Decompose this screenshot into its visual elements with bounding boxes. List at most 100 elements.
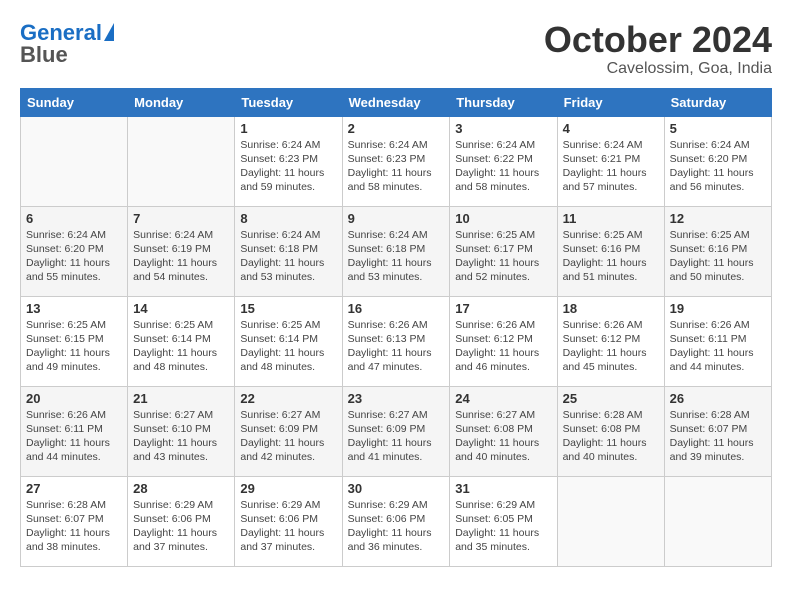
calendar-cell: 10 Sunrise: 6:25 AMSunset: 6:17 PMDayligh… [450, 206, 557, 296]
calendar-week-row: 20Sunrise: 6:26 AMSunset: 6:11 PMDayligh… [21, 386, 772, 476]
weekday-header: Monday [128, 88, 235, 116]
calendar-table: SundayMondayTuesdayWednesdayThursdayFrid… [20, 88, 772, 567]
logo-blue: Blue [20, 42, 68, 68]
day-info: Sunrise: 6:26 AMSunset: 6:13 PMDaylight:… [348, 318, 445, 375]
day-info: Sunrise: 6:26 AMSunset: 6:12 PMDaylight:… [563, 318, 659, 375]
logo: General Blue [20, 20, 114, 68]
calendar-week-row: 6 Sunrise: 6:24 AMSunset: 6:20 PMDaylight… [21, 206, 772, 296]
day-number: 11 [563, 211, 659, 226]
day-info: Sunrise: 6:24 AMSunset: 6:23 PMDaylight:… [240, 138, 336, 195]
calendar-cell: 26Sunrise: 6:28 AMSunset: 6:07 PMDayligh… [664, 386, 771, 476]
day-number: 27 [26, 481, 122, 496]
day-info: Sunrise: 6:27 AMSunset: 6:09 PMDaylight:… [240, 408, 336, 465]
calendar-cell: 14 Sunrise: 6:25 AMSunset: 6:14 PMDayligh… [128, 296, 235, 386]
calendar-cell: 25 Sunrise: 6:28 AMSunset: 6:08 PMDayligh… [557, 386, 664, 476]
day-number: 13 [26, 301, 122, 316]
calendar-cell: 3 Sunrise: 6:24 AMSunset: 6:22 PMDaylight… [450, 116, 557, 206]
page-header: General Blue October 2024 Cavelossim, Go… [20, 20, 772, 78]
calendar-cell: 5Sunrise: 6:24 AMSunset: 6:20 PMDaylight… [664, 116, 771, 206]
title-section: October 2024 Cavelossim, Goa, India [544, 20, 772, 78]
calendar-cell: 24 Sunrise: 6:27 AMSunset: 6:08 PMDayligh… [450, 386, 557, 476]
calendar-cell [128, 116, 235, 206]
day-number: 28 [133, 481, 229, 496]
logo-arrow-icon [104, 23, 114, 41]
calendar-cell: 22Sunrise: 6:27 AMSunset: 6:09 PMDayligh… [235, 386, 342, 476]
calendar-cell: 7Sunrise: 6:24 AMSunset: 6:19 PMDaylight… [128, 206, 235, 296]
day-number: 1 [240, 121, 336, 136]
day-number: 14 [133, 301, 229, 316]
day-info: Sunrise: 6:29 AMSunset: 6:06 PMDaylight:… [133, 498, 229, 555]
month-title: October 2024 [544, 20, 772, 60]
calendar-cell: 19 Sunrise: 6:26 AMSunset: 6:11 PMDayligh… [664, 296, 771, 386]
day-info: Sunrise: 6:25 AMSunset: 6:16 PMDaylight:… [670, 228, 766, 285]
calendar-cell: 21Sunrise: 6:27 AMSunset: 6:10 PMDayligh… [128, 386, 235, 476]
day-info: Sunrise: 6:25 AMSunset: 6:16 PMDaylight:… [563, 228, 659, 285]
day-info: Sunrise: 6:28 AMSunset: 6:07 PMDaylight:… [26, 498, 122, 555]
day-number: 10 [455, 211, 551, 226]
day-number: 9 [348, 211, 445, 226]
day-info: Sunrise: 6:25 AMSunset: 6:14 PMDaylight:… [240, 318, 336, 375]
calendar-cell: 16 Sunrise: 6:26 AMSunset: 6:13 PMDayligh… [342, 296, 450, 386]
calendar-cell: 15 Sunrise: 6:25 AMSunset: 6:14 PMDayligh… [235, 296, 342, 386]
day-info: Sunrise: 6:29 AMSunset: 6:06 PMDaylight:… [240, 498, 336, 555]
weekday-header-row: SundayMondayTuesdayWednesdayThursdayFrid… [21, 88, 772, 116]
day-number: 12 [670, 211, 766, 226]
calendar-cell: 9Sunrise: 6:24 AMSunset: 6:18 PMDaylight… [342, 206, 450, 296]
day-number: 17 [455, 301, 551, 316]
day-number: 20 [26, 391, 122, 406]
day-info: Sunrise: 6:25 AMSunset: 6:15 PMDaylight:… [26, 318, 122, 375]
day-number: 23 [348, 391, 445, 406]
day-number: 8 [240, 211, 336, 226]
weekday-header: Wednesday [342, 88, 450, 116]
day-info: Sunrise: 6:28 AMSunset: 6:07 PMDaylight:… [670, 408, 766, 465]
weekday-header: Saturday [664, 88, 771, 116]
day-number: 4 [563, 121, 659, 136]
calendar-cell: 29 Sunrise: 6:29 AMSunset: 6:06 PMDayligh… [235, 476, 342, 566]
day-number: 6 [26, 211, 122, 226]
day-info: Sunrise: 6:28 AMSunset: 6:08 PMDaylight:… [563, 408, 659, 465]
day-number: 18 [563, 301, 659, 316]
day-info: Sunrise: 6:24 AMSunset: 6:18 PMDaylight:… [240, 228, 336, 285]
day-info: Sunrise: 6:24 AMSunset: 6:22 PMDaylight:… [455, 138, 551, 195]
day-number: 3 [455, 121, 551, 136]
day-number: 25 [563, 391, 659, 406]
calendar-cell: 11 Sunrise: 6:25 AMSunset: 6:16 PMDayligh… [557, 206, 664, 296]
weekday-header: Tuesday [235, 88, 342, 116]
day-number: 5 [670, 121, 766, 136]
calendar-cell: 1 Sunrise: 6:24 AMSunset: 6:23 PMDaylight… [235, 116, 342, 206]
day-info: Sunrise: 6:27 AMSunset: 6:08 PMDaylight:… [455, 408, 551, 465]
calendar-cell [664, 476, 771, 566]
location-subtitle: Cavelossim, Goa, India [544, 60, 772, 78]
day-number: 15 [240, 301, 336, 316]
calendar-cell: 8 Sunrise: 6:24 AMSunset: 6:18 PMDaylight… [235, 206, 342, 296]
day-info: Sunrise: 6:25 AMSunset: 6:14 PMDaylight:… [133, 318, 229, 375]
day-info: Sunrise: 6:25 AMSunset: 6:17 PMDaylight:… [455, 228, 551, 285]
day-number: 16 [348, 301, 445, 316]
day-number: 2 [348, 121, 445, 136]
calendar-cell: 28 Sunrise: 6:29 AMSunset: 6:06 PMDayligh… [128, 476, 235, 566]
day-info: Sunrise: 6:24 AMSunset: 6:20 PMDaylight:… [26, 228, 122, 285]
weekday-header: Friday [557, 88, 664, 116]
calendar-week-row: 13 Sunrise: 6:25 AMSunset: 6:15 PMDayligh… [21, 296, 772, 386]
calendar-week-row: 27 Sunrise: 6:28 AMSunset: 6:07 PMDayligh… [21, 476, 772, 566]
calendar-cell: 13 Sunrise: 6:25 AMSunset: 6:15 PMDayligh… [21, 296, 128, 386]
day-info: Sunrise: 6:24 AMSunset: 6:19 PMDaylight:… [133, 228, 229, 285]
calendar-cell: 27 Sunrise: 6:28 AMSunset: 6:07 PMDayligh… [21, 476, 128, 566]
calendar-cell [21, 116, 128, 206]
calendar-cell: 12 Sunrise: 6:25 AMSunset: 6:16 PMDayligh… [664, 206, 771, 296]
weekday-header: Sunday [21, 88, 128, 116]
calendar-cell [557, 476, 664, 566]
calendar-cell: 6 Sunrise: 6:24 AMSunset: 6:20 PMDaylight… [21, 206, 128, 296]
day-info: Sunrise: 6:26 AMSunset: 6:11 PMDaylight:… [670, 318, 766, 375]
day-info: Sunrise: 6:29 AMSunset: 6:05 PMDaylight:… [455, 498, 551, 555]
calendar-cell: 23Sunrise: 6:27 AMSunset: 6:09 PMDayligh… [342, 386, 450, 476]
day-number: 30 [348, 481, 445, 496]
day-info: Sunrise: 6:24 AMSunset: 6:23 PMDaylight:… [348, 138, 445, 195]
day-number: 21 [133, 391, 229, 406]
day-number: 24 [455, 391, 551, 406]
day-number: 19 [670, 301, 766, 316]
day-number: 29 [240, 481, 336, 496]
calendar-cell: 30Sunrise: 6:29 AMSunset: 6:06 PMDayligh… [342, 476, 450, 566]
weekday-header: Thursday [450, 88, 557, 116]
calendar-cell: 4Sunrise: 6:24 AMSunset: 6:21 PMDaylight… [557, 116, 664, 206]
